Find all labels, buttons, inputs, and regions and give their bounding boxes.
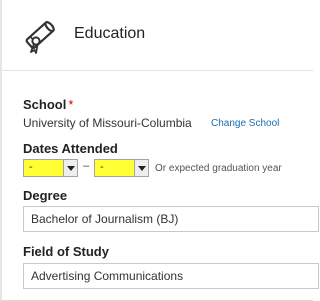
field-of-study-value: Advertising Communications <box>31 269 184 283</box>
dates-attended-label: Dates Attended <box>23 141 118 156</box>
date-range-separator: – <box>83 160 90 172</box>
section-title: Education <box>74 25 146 42</box>
degree-label: Degree <box>23 188 68 203</box>
chevron-down-icon[interactable] <box>134 160 148 176</box>
graduation-year-hint: Or expected graduation year <box>155 163 282 174</box>
diploma-icon <box>25 21 55 54</box>
start-year-select[interactable]: - <box>23 159 78 177</box>
school-name: University of Missouri-Columbia <box>23 116 192 130</box>
degree-field[interactable]: Bachelor of Journalism (BJ) <box>23 206 319 232</box>
change-school-link[interactable]: Change School <box>211 118 279 129</box>
end-year-value: - <box>100 161 104 173</box>
required-marker: * <box>68 97 74 112</box>
end-year-select[interactable]: - <box>94 159 149 177</box>
field-of-study-label: Field of Study <box>23 244 109 259</box>
chevron-down-icon[interactable] <box>63 160 77 176</box>
education-panel: Education School * University of Missouri… <box>0 0 319 301</box>
degree-value: Bachelor of Journalism (BJ) <box>31 212 179 226</box>
field-of-study-field[interactable]: Advertising Communications <box>23 263 319 289</box>
start-year-value: - <box>29 161 33 173</box>
school-label-text: School <box>23 97 67 112</box>
section-header: Education <box>2 0 313 71</box>
school-label: School * <box>23 97 73 112</box>
